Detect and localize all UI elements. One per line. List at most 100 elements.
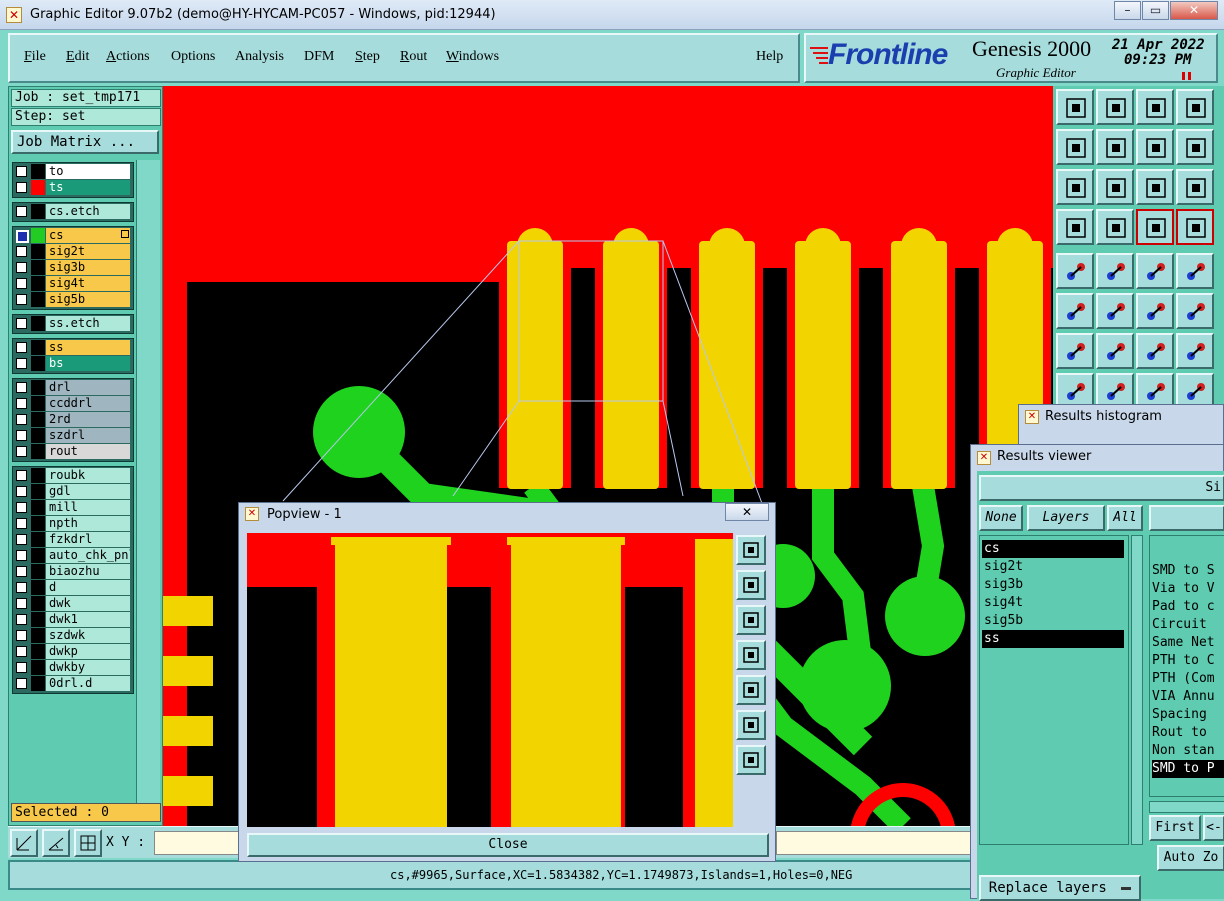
layer-color-swatch[interactable] — [31, 444, 45, 459]
layer-checkbox[interactable] — [16, 246, 27, 257]
layer-checkbox[interactable] — [16, 502, 27, 513]
tool-button-rotate[interactable] — [1136, 333, 1174, 369]
layer-scrollbar[interactable] — [136, 160, 160, 820]
viewer-layer-item[interactable]: cs — [982, 540, 1124, 558]
popview-tool-zoom-home[interactable] — [736, 535, 766, 565]
menu-item-6[interactable]: Step — [355, 49, 380, 65]
viewer-check-item[interactable]: SMD to P — [1152, 760, 1224, 778]
xy-input-field[interactable] — [776, 831, 976, 855]
tool-button-zoom-fit[interactable] — [1056, 169, 1094, 205]
viewer-layer-item[interactable]: sig5b — [982, 612, 1124, 630]
viewer-check-item[interactable]: Same Net — [1152, 634, 1224, 652]
layer-row-fzkdrl[interactable]: fzkdrl — [14, 532, 132, 547]
tool-button-move-left[interactable] — [1056, 129, 1094, 165]
layer-color-swatch[interactable] — [31, 260, 45, 275]
layer-name[interactable]: ss — [46, 340, 130, 355]
grid-tool-button[interactable] — [74, 829, 102, 857]
layer-row-sig3b[interactable]: sig3b — [14, 260, 132, 275]
tool-button-undo[interactable] — [1136, 129, 1174, 165]
tool-button-cross[interactable] — [1096, 293, 1134, 329]
layer-color-swatch[interactable] — [31, 292, 45, 307]
layer-color-swatch[interactable] — [31, 660, 45, 675]
all-button[interactable]: All — [1107, 505, 1143, 531]
none-button[interactable]: None — [979, 505, 1023, 531]
viewer-layer-item[interactable]: sig4t — [982, 594, 1124, 612]
viewer-check-item[interactable]: Non stan — [1152, 742, 1224, 760]
replace-layers-button[interactable]: Replace layers — [979, 875, 1141, 901]
layer-name[interactable]: ccddrl — [46, 396, 130, 411]
layer-checkbox[interactable] — [16, 630, 27, 641]
layer-row-szdwk[interactable]: szdwk — [14, 628, 132, 643]
layer-color-swatch[interactable] — [31, 596, 45, 611]
layer-checkbox[interactable] — [16, 430, 27, 441]
layer-color-swatch[interactable] — [31, 484, 45, 499]
layer-name[interactable]: 0drl.d — [46, 676, 130, 691]
popview-tool-zoom-fit[interactable] — [736, 710, 766, 740]
layer-row-ccddrl[interactable]: ccddrl — [14, 396, 132, 411]
tool-button-move-right[interactable] — [1096, 129, 1134, 165]
layer-color-swatch[interactable] — [31, 204, 45, 219]
layer-color-swatch[interactable] — [31, 340, 45, 355]
menu-item-1[interactable]: Edit — [66, 49, 89, 65]
layer-name[interactable]: ts — [46, 180, 130, 195]
layer-name[interactable]: cs.etch — [46, 204, 130, 219]
layer-name[interactable]: sig4t — [46, 276, 130, 291]
layer-color-swatch[interactable] — [31, 676, 45, 691]
layer-color-swatch[interactable] — [31, 164, 45, 179]
layer-color-swatch[interactable] — [31, 276, 45, 291]
layer-checkbox[interactable] — [16, 566, 27, 577]
viewer-tab-button[interactable] — [1149, 505, 1224, 531]
tool-button-mirror[interactable] — [1176, 333, 1214, 369]
layer-row-roubk[interactable]: roubk — [14, 468, 132, 483]
tool-button-delete-feature[interactable] — [1176, 293, 1214, 329]
layer-row-auto_chk_pnl[interactable]: auto_chk_pnl — [14, 548, 132, 563]
close-window-button[interactable]: ✕ — [1170, 1, 1218, 20]
layer-name[interactable]: to — [46, 164, 130, 179]
layer-name[interactable]: mill — [46, 500, 130, 515]
layer-checkbox[interactable] — [16, 182, 27, 193]
tool-button-window[interactable] — [1176, 89, 1214, 125]
layer-checkbox[interactable] — [16, 398, 27, 409]
viewer-layer-item[interactable]: ss — [982, 630, 1124, 648]
layer-list-box[interactable]: cs sig2t sig3b sig4t sig5b ss — [979, 535, 1129, 845]
layer-row-0drl.d[interactable]: 0drl.d — [14, 676, 132, 691]
layer-name[interactable]: gdl — [46, 484, 130, 499]
menu-item-3[interactable]: Options — [171, 49, 215, 65]
layer-color-swatch[interactable] — [31, 380, 45, 395]
layer-name[interactable]: d — [46, 580, 130, 595]
auto-zoom-button[interactable]: Auto Zo — [1157, 845, 1224, 871]
layer-row-cs.etch[interactable]: cs.etch — [14, 204, 132, 219]
tool-button-help[interactable] — [1176, 169, 1214, 205]
layer-checkbox[interactable] — [16, 262, 27, 273]
tool-button-measure[interactable] — [1136, 253, 1174, 289]
layer-row-sig5b[interactable]: sig5b — [14, 292, 132, 307]
layer-list-scrollbar[interactable] — [1131, 535, 1143, 845]
tool-button-move-up[interactable] — [1056, 89, 1094, 125]
popview-tool-pan-up[interactable] — [736, 570, 766, 600]
viewer-check-item[interactable]: Via to V — [1152, 580, 1224, 598]
layer-checkbox[interactable] — [16, 550, 27, 561]
menu-item-5[interactable]: DFM — [304, 49, 334, 65]
layer-color-swatch[interactable] — [31, 612, 45, 627]
tool-button-pad[interactable] — [1176, 253, 1214, 289]
menu-item-7[interactable]: Rout — [400, 49, 427, 65]
layer-color-swatch[interactable] — [31, 180, 45, 195]
layer-row-sig4t[interactable]: sig4t — [14, 276, 132, 291]
layer-row-bs[interactable]: bs — [14, 356, 132, 371]
layer-color-swatch[interactable] — [31, 316, 45, 331]
layer-checkbox[interactable] — [16, 518, 27, 529]
popview-tool-pan-down[interactable] — [736, 605, 766, 635]
layer-color-swatch[interactable] — [31, 428, 45, 443]
tool-button-draw-tool[interactable] — [1096, 253, 1134, 289]
layer-row-drl[interactable]: drl — [14, 380, 132, 395]
viewer-header-button[interactable]: Si — [979, 475, 1224, 501]
layer-row-ss[interactable]: ss — [14, 340, 132, 355]
prev-button[interactable]: <- — [1203, 815, 1224, 841]
layer-checkbox[interactable] — [16, 342, 27, 353]
viewer-check-item[interactable]: PTH (Com — [1152, 670, 1224, 688]
layer-row-ts[interactable]: ts — [14, 180, 132, 195]
menu-help[interactable]: Help — [756, 49, 783, 65]
layer-checkbox[interactable] — [16, 166, 27, 177]
tool-button-line[interactable] — [1056, 333, 1094, 369]
layer-row-npth[interactable]: npth — [14, 516, 132, 531]
